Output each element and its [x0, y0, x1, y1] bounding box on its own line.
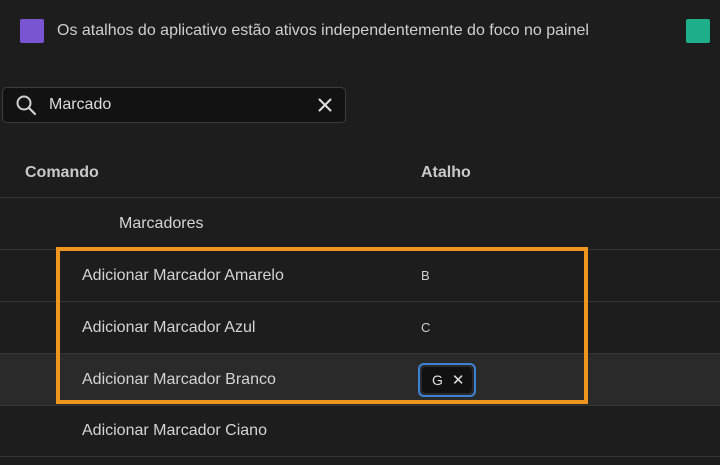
table-row[interactable]: Adicionar Marcador Azul C: [0, 301, 720, 353]
shortcut-key[interactable]: B: [421, 268, 430, 283]
shortcuts-table: Marcadores Adicionar Marcador Amarelo B …: [0, 197, 720, 457]
search-input[interactable]: [43, 96, 309, 114]
column-header-command[interactable]: Comando: [25, 164, 99, 182]
shortcut-key: G: [432, 372, 443, 388]
column-header-shortcut[interactable]: Atalho: [421, 164, 471, 182]
remove-shortcut-icon[interactable]: ✕: [452, 373, 465, 388]
search-icon: [9, 88, 43, 122]
table-row[interactable]: Adicionar Marcador Branco G ✕: [0, 353, 720, 405]
application-shortcut-swatch: [20, 19, 44, 43]
group-label: Marcadores: [119, 214, 204, 232]
command-label: Adicionar Marcador Branco: [82, 370, 276, 388]
shortcut-legend: Os atalhos do aplicativo estão ativos in…: [20, 16, 720, 46]
command-label: Adicionar Marcador Amarelo: [82, 266, 284, 284]
search-field[interactable]: [2, 87, 346, 123]
shortcut-key[interactable]: C: [421, 320, 430, 335]
legend-text: Os atalhos do aplicativo estão ativos in…: [57, 22, 589, 39]
panel-shortcut-swatch: [686, 19, 710, 43]
group-row-marcadores[interactable]: Marcadores: [0, 197, 720, 249]
table-row[interactable]: Adicionar Marcador Amarelo B: [0, 249, 720, 301]
shortcut-chip[interactable]: G ✕: [418, 363, 477, 397]
command-label: Adicionar Marcador Ciano: [82, 422, 267, 439]
table-row[interactable]: Adicionar Marcador Ciano: [0, 405, 720, 457]
close-icon[interactable]: [309, 89, 341, 121]
command-label: Adicionar Marcador Azul: [82, 318, 256, 336]
